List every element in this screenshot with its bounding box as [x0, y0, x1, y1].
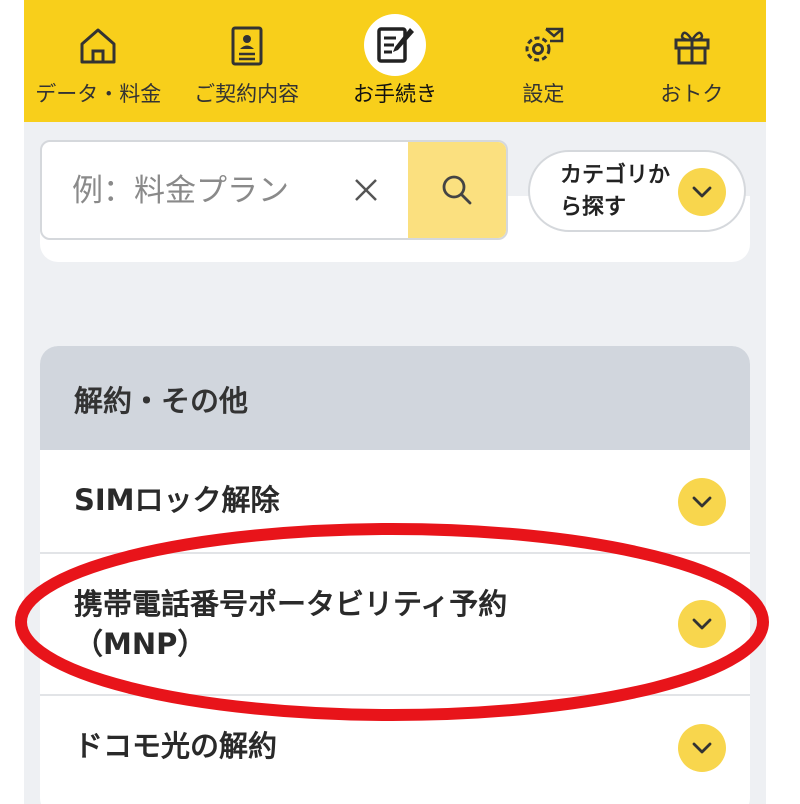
list-item-sim-unlock[interactable]: SIMロック解除 [40, 450, 750, 552]
nav-item-settings[interactable]: 設定 [469, 0, 617, 122]
chevron-down-icon [678, 600, 726, 648]
category-button-label: カテゴリから探す [560, 163, 671, 220]
gift-icon [666, 20, 718, 72]
list-item-label: SIMロック解除 [74, 483, 280, 517]
section-card: 解約・その他 SIMロック解除 携帯電話番号ポータビリティ予約（MNP） ドコモ… [40, 346, 750, 804]
nav-item-data-fee[interactable]: データ・料金 [24, 0, 172, 122]
search-button[interactable] [408, 142, 506, 238]
app-screen: データ・料金 ご契約内容 お手続き 設定 おトク 例：料金プラン カテゴリから探… [24, 0, 766, 804]
nav-label: お手続き [353, 82, 438, 106]
procedure-edit-icon [364, 14, 427, 76]
settings-gear-icon [517, 20, 569, 72]
close-icon [355, 179, 377, 201]
nav-label: データ・料金 [35, 82, 162, 106]
section-header: 解約・その他 [40, 346, 750, 450]
list-item-docomo-hikari[interactable]: ドコモ光の解約 [40, 694, 750, 804]
clear-search-button[interactable] [342, 166, 390, 214]
list-item-label: ドコモ光の解約 [74, 729, 278, 763]
category-search-button[interactable]: カテゴリから探す [528, 150, 746, 232]
nav-label: おトク [660, 82, 724, 106]
nav-label: 設定 [522, 82, 565, 106]
list-item-mnp[interactable]: 携帯電話番号ポータビリティ予約（MNP） [40, 552, 750, 694]
nav-item-contract[interactable]: ご契約内容 [172, 0, 320, 122]
home-icon [72, 20, 124, 72]
contract-icon [221, 20, 273, 72]
search-bar [40, 140, 508, 240]
search-icon [442, 175, 472, 205]
nav-label: ご契約内容 [194, 82, 300, 106]
search-input[interactable] [70, 164, 334, 218]
section-title: 解約・その他 [74, 384, 249, 418]
nav-item-procedures[interactable]: お手続き [321, 0, 469, 122]
chevron-down-icon [678, 478, 726, 526]
chevron-down-icon [678, 724, 726, 772]
list-item-label: 携帯電話番号ポータビリティ予約（MNP） [74, 587, 508, 661]
top-navigation: データ・料金 ご契約内容 お手続き 設定 おトク [24, 0, 766, 122]
nav-item-deals[interactable]: おトク [618, 0, 766, 122]
chevron-down-icon [678, 168, 726, 216]
